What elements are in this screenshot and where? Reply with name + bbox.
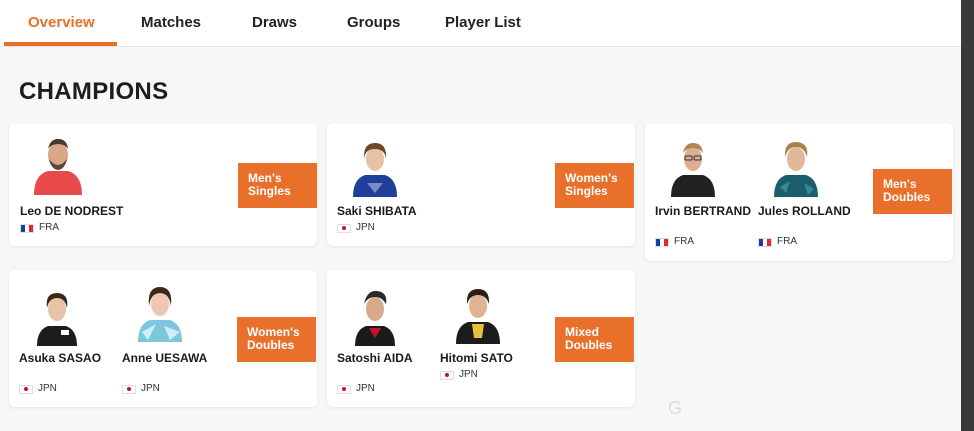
champion-card-mixed-doubles[interactable]: Satoshi AIDA JPN Hitomi SATO JPN Mixed D… [327,270,635,407]
champion-card-mens-doubles[interactable]: Irvin BERTRAND FRA Jules ROLLAND FRA Men… [645,123,953,261]
country-code: JPN [356,383,375,394]
tab-matches[interactable]: Matches [141,14,201,31]
player-avatar [355,290,395,346]
france-flag-icon [758,237,772,247]
player-name: Anne UESAWA [122,351,208,365]
player-country: JPN [337,222,375,234]
scrollbar-track[interactable] [961,0,974,431]
tab-draws[interactable]: Draws [252,14,297,31]
player-country: JPN [122,383,160,395]
active-tab-indicator [4,42,117,46]
country-code: FRA [674,236,694,247]
event-badge: Women's Doubles [237,317,316,362]
event-badge: Men's Doubles [873,169,952,214]
player-country: JPN [440,369,478,381]
player-name: Irvin BERTRAND [655,204,752,218]
player-country: JPN [337,383,375,395]
japan-flag-icon [122,384,136,394]
france-flag-icon [655,237,669,247]
player-name: Saki SHIBATA [337,204,417,218]
player-country: FRA [758,236,797,248]
player-avatar [37,293,77,346]
watermark: G [668,398,685,418]
player-avatar [353,143,397,197]
player-name: Jules ROLLAND [758,204,851,218]
tab-groups[interactable]: Groups [347,14,400,31]
japan-flag-icon [337,384,351,394]
event-badge: Mixed Doubles [555,317,634,362]
player-name: Hitomi SATO [440,351,513,365]
country-code: FRA [777,236,797,247]
tab-overview[interactable]: Overview [28,14,95,31]
player-country: JPN [19,383,57,395]
event-badge: Men's Singles [238,163,317,208]
france-flag-icon [20,223,34,233]
player-country: FRA [20,222,59,234]
country-code: JPN [141,383,160,394]
country-code: JPN [38,383,57,394]
country-code: JPN [459,369,478,380]
player-avatar [774,141,818,197]
player-avatar [456,289,500,344]
player-avatar [671,143,715,197]
player-avatar [138,287,182,342]
country-code: FRA [39,222,59,233]
champion-card-womens-doubles[interactable]: Asuka SASAO JPN Anne UESAWA JPN Women's … [9,270,317,407]
tab-player-list[interactable]: Player List [445,14,521,31]
player-avatar [34,139,82,195]
player-name: Asuka SASAO [19,351,102,365]
champion-card-mens-singles[interactable]: Leo DE NODREST FRA Men's Singles [9,123,317,246]
country-code: JPN [356,222,375,233]
japan-flag-icon [440,370,454,380]
japan-flag-icon [19,384,33,394]
player-country: FRA [655,236,694,248]
player-name: Satoshi AIDA [337,351,413,365]
event-badge: Women's Singles [555,163,634,208]
page-title: CHAMPIONS [19,78,169,105]
japan-flag-icon [337,223,351,233]
champion-card-womens-singles[interactable]: Saki SHIBATA JPN Women's Singles [327,123,635,246]
tab-bar: Overview Matches Draws Groups Player Lis… [0,0,961,47]
player-name: Leo DE NODREST [20,204,124,218]
